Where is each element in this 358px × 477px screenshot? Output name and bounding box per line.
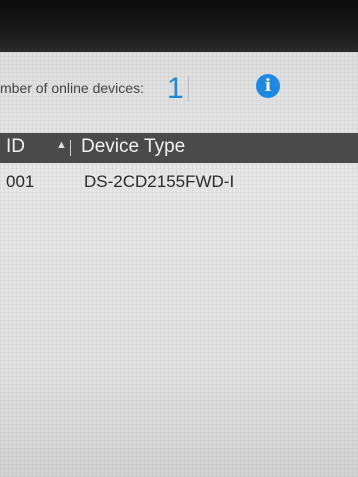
content-area: mber of online devices: 1 i ID ▲ Device … (0, 52, 358, 477)
table-header: ID ▲ Device Type (0, 133, 358, 163)
column-header-id[interactable]: ID (6, 136, 25, 158)
info-icon[interactable]: i (256, 74, 280, 98)
column-header-device-type[interactable]: Device Type (81, 136, 185, 158)
online-devices-row: mber of online devices: 1 i (0, 72, 358, 110)
cell-id: 001 (6, 172, 35, 191)
cell-device-type: DS-2CD2155FWD-I (84, 172, 235, 191)
online-devices-count: 1 (167, 72, 184, 105)
table-row[interactable]: 001 DS-2CD2155FWD-I (0, 167, 358, 197)
count-divider (188, 76, 189, 102)
sort-ascending-icon[interactable]: ▲ (56, 139, 67, 151)
online-devices-label: mber of online devices: (0, 80, 144, 96)
column-divider[interactable] (70, 140, 71, 156)
window-top-band (0, 0, 358, 52)
screen: mber of online devices: 1 i ID ▲ Device … (0, 0, 358, 477)
